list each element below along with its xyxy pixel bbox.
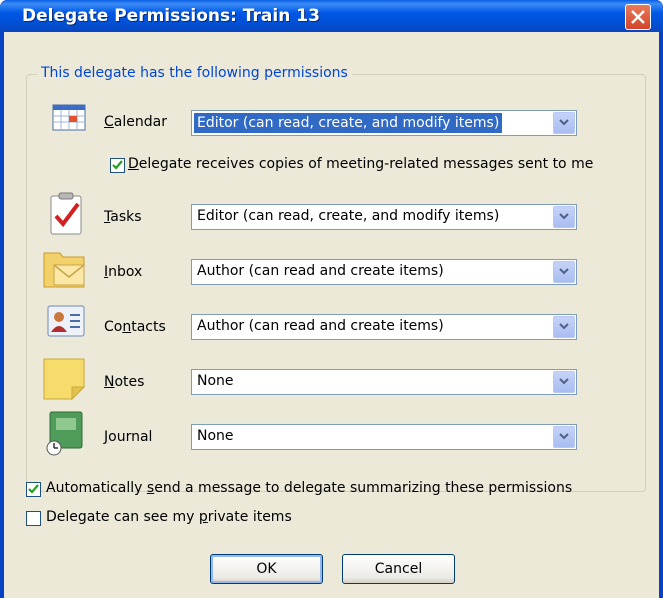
auto-send-label[interactable]: Automatically send a message to delegate… (46, 480, 572, 496)
calendar-dropdown-button[interactable] (553, 112, 575, 134)
chevron-down-icon (559, 378, 569, 385)
calendar-label: Calendar (104, 114, 167, 130)
chevron-down-icon (559, 119, 569, 126)
meeting-copies-label[interactable]: Delegate receives copies of meeting-rela… (128, 156, 593, 172)
meeting-copies-checkbox[interactable] (110, 158, 125, 173)
journal-permission-value: None (197, 428, 234, 444)
chevron-down-icon (559, 323, 569, 330)
check-icon (112, 160, 123, 170)
contacts-permission-value: Author (can read and create items) (197, 318, 444, 334)
ok-button[interactable]: OK (210, 554, 323, 584)
window-title: Delegate Permissions: Train 13 (22, 6, 320, 26)
inbox-icon (43, 252, 85, 288)
calendar-permission-value: Editor (can read, create, and modify ite… (194, 113, 503, 133)
inbox-permission-value: Author (can read and create items) (197, 263, 444, 279)
calendar-permission-select[interactable]: Editor (can read, create, and modify ite… (191, 110, 577, 136)
dialog-window: Delegate Permissions: Train 13 This dele… (0, 0, 663, 598)
notes-icon (43, 358, 86, 401)
journal-permission-select[interactable]: None (191, 424, 577, 450)
tasks-label: Tasks (104, 209, 142, 225)
contacts-dropdown-button[interactable] (553, 316, 575, 338)
close-button[interactable] (625, 4, 651, 30)
tasks-dropdown-button[interactable] (553, 206, 575, 228)
notes-permission-select[interactable]: None (191, 369, 577, 395)
dialog-client: This delegate has the following permissi… (4, 32, 659, 598)
check-icon (28, 484, 39, 494)
auto-send-checkbox[interactable] (26, 482, 41, 497)
chevron-down-icon (559, 433, 569, 440)
title-bar[interactable]: Delegate Permissions: Train 13 (0, 0, 663, 32)
chevron-down-icon (559, 268, 569, 275)
private-items-checkbox[interactable] (26, 511, 41, 526)
notes-dropdown-button[interactable] (553, 371, 575, 393)
journal-label: Journal (104, 429, 153, 445)
contacts-label: Contacts (104, 319, 166, 335)
window-border-right (659, 32, 663, 598)
calendar-icon (52, 104, 86, 131)
journal-icon (46, 411, 83, 456)
notes-permission-value: None (197, 373, 234, 389)
inbox-label: Inbox (104, 264, 143, 280)
inbox-dropdown-button[interactable] (553, 261, 575, 283)
contacts-permission-select[interactable]: Author (can read and create items) (191, 314, 577, 340)
tasks-icon (50, 192, 82, 235)
private-items-label[interactable]: Delegate can see my private items (46, 509, 292, 525)
chevron-down-icon (559, 213, 569, 220)
tasks-permission-select[interactable]: Editor (can read, create, and modify ite… (191, 204, 577, 230)
cancel-button[interactable]: Cancel (342, 554, 455, 584)
tasks-permission-value: Editor (can read, create, and modify ite… (197, 208, 500, 224)
contacts-icon (47, 305, 85, 337)
journal-dropdown-button[interactable] (553, 426, 575, 448)
group-legend: This delegate has the following permissi… (37, 65, 352, 81)
inbox-permission-select[interactable]: Author (can read and create items) (191, 259, 577, 285)
close-icon (631, 10, 645, 24)
notes-label: Notes (104, 374, 145, 390)
